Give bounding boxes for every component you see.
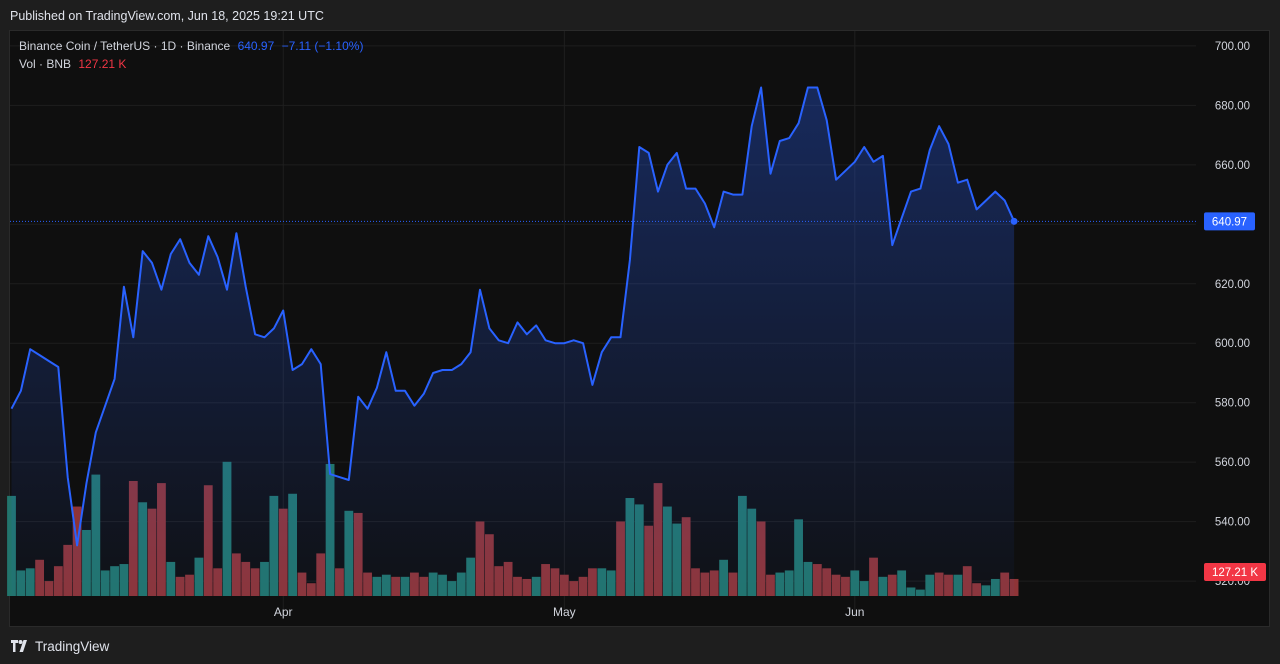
- last-price-dot: [1010, 217, 1018, 225]
- y-tick-label: 560.00: [1215, 457, 1250, 469]
- price-area: [11, 87, 1015, 596]
- y-tick-label: 540.00: [1215, 517, 1250, 529]
- y-tick-label: 620.00: [1215, 279, 1250, 291]
- brand-name: TradingView: [35, 638, 110, 654]
- price-area-fill: [11, 87, 1015, 596]
- price-chart[interactable]: 520.00540.00560.00580.00600.00620.00640.…: [0, 0, 1280, 664]
- volume-badge-label: 127.21 K: [1212, 567, 1258, 579]
- y-tick-label: 680.00: [1215, 100, 1250, 112]
- y-tick-label: 660.00: [1215, 160, 1250, 172]
- y-tick-label: 580.00: [1215, 398, 1250, 410]
- price-change: −7.11 (−1.10%): [281, 39, 364, 53]
- price-badge-label: 640.97: [1212, 216, 1247, 228]
- x-tick-label: Jun: [845, 605, 864, 619]
- volume-value: 127.21 K: [78, 57, 127, 71]
- symbol-row: Binance Coin / TetherUS · 1D · Binance 6…: [19, 37, 363, 55]
- x-tick-label: May: [553, 605, 576, 619]
- symbol-label[interactable]: Binance Coin / TetherUS · 1D · Binance: [19, 39, 230, 53]
- y-tick-label: 700.00: [1215, 41, 1250, 53]
- volume-label[interactable]: Vol · BNB: [19, 57, 71, 71]
- footer-brand[interactable]: TradingView: [10, 636, 109, 656]
- y-tick-label: 600.00: [1215, 338, 1250, 350]
- x-tick-label: Apr: [274, 605, 293, 619]
- last-price: 640.97: [237, 39, 275, 53]
- tradingview-logo-icon: [11, 640, 27, 652]
- chart-legend: Binance Coin / TetherUS · 1D · Binance 6…: [19, 37, 363, 73]
- volume-row: Vol · BNB 127.21 K: [19, 55, 363, 73]
